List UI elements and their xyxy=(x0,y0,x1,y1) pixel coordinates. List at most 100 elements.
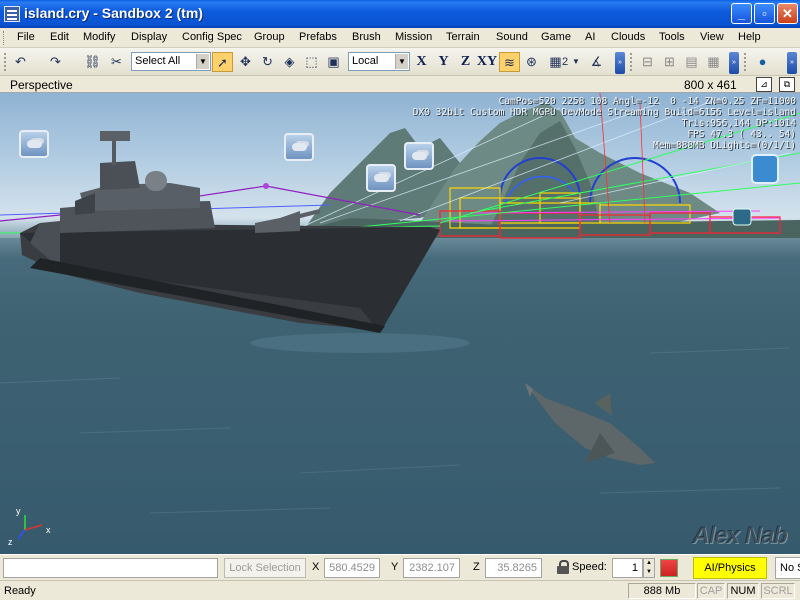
coord-system-value: Local xyxy=(352,55,379,67)
hud-line-mem: Mem=888MB DLights=(0/1/1) xyxy=(653,140,796,151)
cloud-entity-icon[interactable] xyxy=(366,164,396,192)
toolbar-overflow-icon[interactable]: » xyxy=(615,52,625,74)
toolbar-overflow-icon-3[interactable]: » xyxy=(787,52,797,74)
cloud-entity-icon[interactable] xyxy=(404,142,434,170)
menu-brush[interactable]: Brush xyxy=(352,31,381,43)
perspective-viewport[interactable]: CamPos=520 2258 108 Angl=-12 0 -14 ZN=0.… xyxy=(0,93,800,554)
angle-snap-icon[interactable]: ∡ xyxy=(586,52,607,72)
num-lock-indicator: NUM xyxy=(727,583,759,599)
title-bar[interactable]: island.cry - Sandbox 2 (tm) _ ▫ ✕ xyxy=(0,0,800,28)
y-coord-field[interactable]: 2382.107 xyxy=(403,558,460,578)
toolbar-overflow-icon-2[interactable]: » xyxy=(729,52,739,74)
select-tool-icon[interactable]: ➚ xyxy=(212,52,233,72)
lock-selection-button[interactable]: Lock Selection xyxy=(224,558,306,578)
viewport-resolution: 800 x 461 xyxy=(684,78,737,92)
close-button[interactable]: ✕ xyxy=(777,3,798,24)
y-coord-label: Y xyxy=(391,561,399,573)
status-text: Ready xyxy=(4,585,36,597)
menu-display[interactable]: Display xyxy=(131,31,167,43)
animation-icon[interactable] xyxy=(660,559,678,577)
menu-grip[interactable] xyxy=(3,31,6,45)
scene-render xyxy=(0,93,800,554)
entity-marker-small xyxy=(732,208,752,226)
status-bar: Ready 888 Mb CAP NUM SCRL xyxy=(0,580,800,600)
menu-bar: File Edit Modify Display Config Spec Gro… xyxy=(0,28,800,48)
undo-icon[interactable]: ↶ xyxy=(10,52,31,72)
hud-line-tris: Tris:956,144 DP:1014 xyxy=(681,118,796,129)
chevron-down-icon: ▼ xyxy=(196,54,209,69)
table-icon[interactable]: ▤ xyxy=(681,52,702,72)
viewport-header: Perspective 800 x 461 ⊿ ⧉ xyxy=(0,76,800,93)
app-icon[interactable] xyxy=(4,6,20,22)
toolbar-grip[interactable] xyxy=(4,53,7,71)
menu-group[interactable]: Group xyxy=(254,31,285,43)
speed-field[interactable]: 1 xyxy=(612,558,643,578)
move-tool-icon[interactable]: ✥ xyxy=(235,52,256,72)
viewport-title[interactable]: Perspective xyxy=(10,78,73,92)
toolbar-grip-3[interactable] xyxy=(744,53,747,71)
selection-filter-select[interactable]: Select All ▼ xyxy=(131,52,211,71)
terrain-follow-icon[interactable]: ≋ xyxy=(499,52,520,72)
watermark: Alex Nab xyxy=(692,522,788,549)
menu-game[interactable]: Game xyxy=(541,31,571,43)
z-coord-field[interactable]: 35.8265 xyxy=(485,558,542,578)
axis-xy-button[interactable]: XY xyxy=(476,52,498,72)
axis-z-button[interactable]: Z xyxy=(455,52,476,72)
memory-indicator: 888 Mb xyxy=(628,583,696,599)
grid-size-value[interactable]: 2 xyxy=(559,52,571,72)
globe-icon[interactable]: ● xyxy=(752,52,773,72)
menu-ai[interactable]: AI xyxy=(585,31,595,43)
snap-select[interactable]: No Snap xyxy=(775,557,800,579)
ship-wake xyxy=(250,333,470,353)
menu-mission[interactable]: Mission xyxy=(395,31,432,43)
snap-to-object-icon[interactable]: ⊛ xyxy=(521,52,542,72)
cloud-entity-icon[interactable] xyxy=(284,133,314,161)
menu-modify[interactable]: Modify xyxy=(83,31,115,43)
menu-config-spec[interactable]: Config Spec xyxy=(182,31,242,43)
axis-y-label: y xyxy=(16,506,21,516)
axis-y-button[interactable]: Y xyxy=(433,52,454,72)
viewport-maximize-icon[interactable]: ⧉ xyxy=(779,77,795,92)
link-icon[interactable]: ⛓ xyxy=(82,52,103,72)
hud-line-build: DX9 32bit Custom HDR MGPU DevMode Stream… xyxy=(412,107,796,118)
command-input[interactable] xyxy=(3,558,218,578)
maximize-button[interactable]: ▫ xyxy=(754,3,775,24)
main-toolbar: ↶ ↷ ⛓ ✂ Select All ▼ ➚ ✥ ↻ ◈ ⬚ ▣ Local ▼… xyxy=(0,48,800,76)
unlink-icon[interactable]: ✂ xyxy=(106,52,127,72)
menu-view[interactable]: View xyxy=(700,31,724,43)
axis-x-button[interactable]: X xyxy=(411,52,432,72)
grid-dropdown-icon[interactable]: ▼ xyxy=(571,52,581,72)
x-coord-field[interactable]: 580.4529 xyxy=(324,558,380,578)
menu-help[interactable]: Help xyxy=(738,31,761,43)
rotate-tool-icon[interactable]: ↻ xyxy=(257,52,278,72)
grid-2-icon[interactable]: ▦ xyxy=(703,52,724,72)
menu-prefabs[interactable]: Prefabs xyxy=(299,31,337,43)
menu-edit[interactable]: Edit xyxy=(50,31,69,43)
cloud-entity-icon[interactable] xyxy=(19,130,49,158)
speed-label: Speed: xyxy=(572,561,607,573)
caps-lock-indicator: CAP xyxy=(697,583,725,599)
redo-icon[interactable]: ↷ xyxy=(45,52,66,72)
speed-stepper[interactable]: ▲ ▼ xyxy=(643,558,655,578)
scale-tool-icon[interactable]: ◈ xyxy=(279,52,300,72)
scroll-lock-indicator: SCRL xyxy=(761,583,795,599)
select-area-icon[interactable]: ▣ xyxy=(323,52,344,72)
lock-icon[interactable] xyxy=(557,560,569,574)
ai-physics-button[interactable]: AI/Physics xyxy=(693,557,767,579)
menu-clouds[interactable]: Clouds xyxy=(611,31,645,43)
menu-terrain[interactable]: Terrain xyxy=(446,31,480,43)
viewport-layout-icon[interactable]: ⊿ xyxy=(756,77,772,92)
align-icon[interactable]: ⊟ xyxy=(637,52,658,72)
menu-tools[interactable]: Tools xyxy=(659,31,685,43)
toolbar-grip-2[interactable] xyxy=(630,53,633,71)
menu-sound[interactable]: Sound xyxy=(496,31,528,43)
minimize-button[interactable]: _ xyxy=(731,3,752,24)
axis-z-label: z xyxy=(8,537,13,547)
select-object-icon[interactable]: ⬚ xyxy=(301,52,322,72)
x-coord-label: X xyxy=(312,561,320,573)
selection-filter-value: Select All xyxy=(135,55,181,67)
coord-system-select[interactable]: Local ▼ xyxy=(348,52,410,71)
align-to-grid-icon[interactable]: ⊞ xyxy=(659,52,680,72)
menu-file[interactable]: File xyxy=(17,31,35,43)
axis-x-label: x xyxy=(46,525,51,535)
